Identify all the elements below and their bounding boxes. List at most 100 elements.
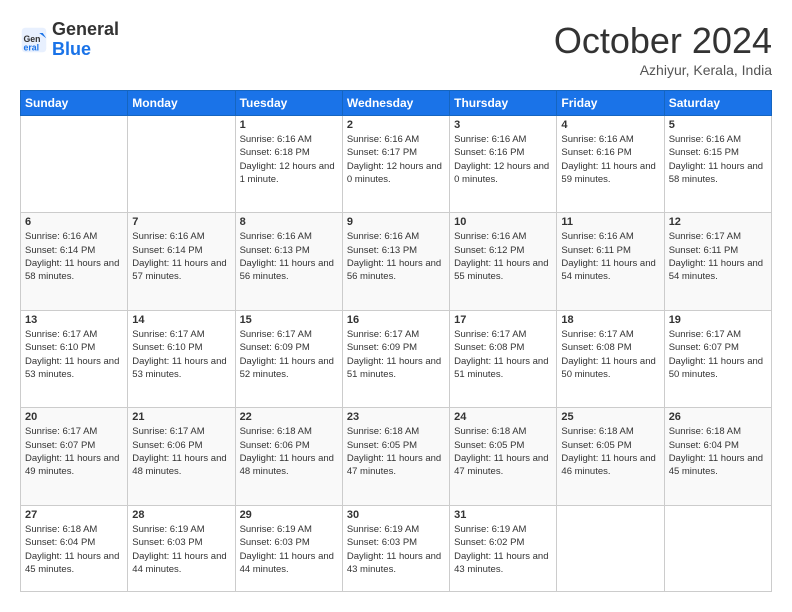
day-number: 11	[561, 216, 659, 228]
calendar-cell: 28 Sunrise: 6:19 AMSunset: 6:03 PMDayligh…	[128, 505, 235, 591]
day-info: Sunrise: 6:18 AMSunset: 6:05 PMDaylight:…	[561, 425, 659, 478]
calendar-cell: 11 Sunrise: 6:16 AMSunset: 6:11 PMDayligh…	[557, 213, 664, 310]
day-info: Sunrise: 6:19 AMSunset: 6:03 PMDaylight:…	[240, 523, 338, 576]
calendar-cell: 1 Sunrise: 6:16 AMSunset: 6:18 PMDaylight…	[235, 116, 342, 213]
weekday-header: Tuesday	[235, 91, 342, 116]
calendar-cell	[664, 505, 771, 591]
calendar-cell: 24 Sunrise: 6:18 AMSunset: 6:05 PMDayligh…	[450, 408, 557, 505]
month-title: October 2024	[554, 20, 772, 62]
calendar-cell: 15Sunrise: 6:17 AMSunset: 6:09 PMDayligh…	[235, 310, 342, 407]
weekday-header: Monday	[128, 91, 235, 116]
logo-line1: General	[52, 20, 119, 40]
calendar-cell: 17Sunrise: 6:17 AMSunset: 6:08 PMDayligh…	[450, 310, 557, 407]
location-subtitle: Azhiyur, Kerala, India	[554, 62, 772, 78]
day-number: 21	[132, 411, 230, 423]
calendar-week-row: 6 Sunrise: 6:16 AMSunset: 6:14 PMDaylight…	[21, 213, 772, 310]
day-info: Sunrise: 6:18 AMSunset: 6:06 PMDaylight:…	[240, 425, 338, 478]
day-number: 8	[240, 216, 338, 228]
day-info: Sunrise: 6:19 AMSunset: 6:03 PMDaylight:…	[347, 523, 445, 576]
day-info: Sunrise: 6:16 AMSunset: 6:12 PMDaylight:…	[454, 230, 552, 283]
day-info: Sunrise: 6:18 AMSunset: 6:04 PMDaylight:…	[669, 425, 767, 478]
day-number: 28	[132, 509, 230, 521]
day-info: Sunrise: 6:19 AMSunset: 6:02 PMDaylight:…	[454, 523, 552, 576]
calendar-cell: 10 Sunrise: 6:16 AMSunset: 6:12 PMDayligh…	[450, 213, 557, 310]
calendar-header-row: SundayMondayTuesdayWednesdayThursdayFrid…	[21, 91, 772, 116]
day-number: 31	[454, 509, 552, 521]
day-number: 2	[347, 119, 445, 131]
calendar-cell: 13 Sunrise: 6:17 AMSunset: 6:10 PMDayligh…	[21, 310, 128, 407]
day-info: Sunrise: 6:18 AMSunset: 6:05 PMDaylight:…	[454, 425, 552, 478]
day-info: Sunrise: 6:16 AMSunset: 6:14 PMDaylight:…	[25, 230, 123, 283]
calendar-table: SundayMondayTuesdayWednesdayThursdayFrid…	[20, 90, 772, 592]
day-number: 25	[561, 411, 659, 423]
day-info: Sunrise: 6:16 AMSunset: 6:13 PMDaylight:…	[347, 230, 445, 283]
weekday-header: Friday	[557, 91, 664, 116]
day-number: 18	[561, 314, 659, 326]
day-number: 12	[669, 216, 767, 228]
day-info: Sunrise: 6:16 AMSunset: 6:13 PMDaylight:…	[240, 230, 338, 283]
day-info: Sunrise: 6:16 AMSunset: 6:17 PMDaylight:…	[347, 133, 445, 186]
day-number: 10	[454, 216, 552, 228]
calendar-cell: 29 Sunrise: 6:19 AMSunset: 6:03 PMDayligh…	[235, 505, 342, 591]
calendar-cell: 9 Sunrise: 6:16 AMSunset: 6:13 PMDaylight…	[342, 213, 449, 310]
day-number: 16	[347, 314, 445, 326]
calendar-cell: 22 Sunrise: 6:18 AMSunset: 6:06 PMDayligh…	[235, 408, 342, 505]
weekday-header: Saturday	[664, 91, 771, 116]
day-info: Sunrise: 6:17 AMSunset: 6:11 PMDaylight:…	[669, 230, 767, 283]
calendar-cell: 12 Sunrise: 6:17 AMSunset: 6:11 PMDayligh…	[664, 213, 771, 310]
calendar-cell: 5 Sunrise: 6:16 AMSunset: 6:15 PMDaylight…	[664, 116, 771, 213]
day-info: Sunrise: 6:16 AMSunset: 6:16 PMDaylight:…	[454, 133, 552, 186]
weekday-header: Thursday	[450, 91, 557, 116]
weekday-header: Sunday	[21, 91, 128, 116]
day-number: 22	[240, 411, 338, 423]
day-number: 24	[454, 411, 552, 423]
day-info: Sunrise: 6:17 AMSunset: 6:08 PMDaylight:…	[561, 328, 659, 381]
day-info: Sunrise: 6:16 AMSunset: 6:18 PMDaylight:…	[240, 133, 338, 186]
calendar-cell: 21 Sunrise: 6:17 AMSunset: 6:06 PMDayligh…	[128, 408, 235, 505]
day-number: 1	[240, 119, 338, 131]
day-number: 6	[25, 216, 123, 228]
calendar-cell: 2 Sunrise: 6:16 AMSunset: 6:17 PMDaylight…	[342, 116, 449, 213]
header: Gen eral General Blue October 2024 Azhiy…	[20, 20, 772, 78]
day-info: Sunrise: 6:17 AMSunset: 6:10 PMDaylight:…	[132, 328, 230, 381]
day-info: Sunrise: 6:17 AMSunset: 6:08 PMDaylight:…	[454, 328, 552, 381]
day-info: Sunrise: 6:17 AMSunset: 6:09 PMDaylight:…	[240, 328, 338, 381]
calendar-cell: 30 Sunrise: 6:19 AMSunset: 6:03 PMDayligh…	[342, 505, 449, 591]
calendar-cell: 6 Sunrise: 6:16 AMSunset: 6:14 PMDaylight…	[21, 213, 128, 310]
calendar-cell: 27 Sunrise: 6:18 AMSunset: 6:04 PMDayligh…	[21, 505, 128, 591]
day-info: Sunrise: 6:16 AMSunset: 6:15 PMDaylight:…	[669, 133, 767, 186]
day-number: 27	[25, 509, 123, 521]
day-info: Sunrise: 6:17 AMSunset: 6:07 PMDaylight:…	[25, 425, 123, 478]
day-info: Sunrise: 6:17 AMSunset: 6:06 PMDaylight:…	[132, 425, 230, 478]
day-info: Sunrise: 6:19 AMSunset: 6:03 PMDaylight:…	[132, 523, 230, 576]
title-block: October 2024 Azhiyur, Kerala, India	[554, 20, 772, 78]
logo-text: General Blue	[52, 20, 119, 60]
calendar-cell: 7Sunrise: 6:16 AMSunset: 6:14 PMDaylight…	[128, 213, 235, 310]
logo: Gen eral General Blue	[20, 20, 119, 60]
day-number: 30	[347, 509, 445, 521]
day-info: Sunrise: 6:17 AMSunset: 6:10 PMDaylight:…	[25, 328, 123, 381]
calendar-week-row: 27 Sunrise: 6:18 AMSunset: 6:04 PMDayligh…	[21, 505, 772, 591]
day-info: Sunrise: 6:16 AMSunset: 6:11 PMDaylight:…	[561, 230, 659, 283]
day-number: 3	[454, 119, 552, 131]
day-number: 20	[25, 411, 123, 423]
day-info: Sunrise: 6:17 AMSunset: 6:07 PMDaylight:…	[669, 328, 767, 381]
day-info: Sunrise: 6:18 AMSunset: 6:04 PMDaylight:…	[25, 523, 123, 576]
calendar-cell: 3 Sunrise: 6:16 AMSunset: 6:16 PMDaylight…	[450, 116, 557, 213]
calendar-cell	[557, 505, 664, 591]
day-number: 29	[240, 509, 338, 521]
calendar-week-row: 13 Sunrise: 6:17 AMSunset: 6:10 PMDayligh…	[21, 310, 772, 407]
day-number: 7	[132, 216, 230, 228]
calendar-cell: 8 Sunrise: 6:16 AMSunset: 6:13 PMDaylight…	[235, 213, 342, 310]
calendar-cell: 14Sunrise: 6:17 AMSunset: 6:10 PMDayligh…	[128, 310, 235, 407]
calendar-cell: 31 Sunrise: 6:19 AMSunset: 6:02 PMDayligh…	[450, 505, 557, 591]
calendar-cell: 20 Sunrise: 6:17 AMSunset: 6:07 PMDayligh…	[21, 408, 128, 505]
day-number: 9	[347, 216, 445, 228]
day-info: Sunrise: 6:16 AMSunset: 6:16 PMDaylight:…	[561, 133, 659, 186]
day-number: 13	[25, 314, 123, 326]
day-number: 5	[669, 119, 767, 131]
weekday-header: Wednesday	[342, 91, 449, 116]
day-number: 19	[669, 314, 767, 326]
calendar-week-row: 1 Sunrise: 6:16 AMSunset: 6:18 PMDaylight…	[21, 116, 772, 213]
calendar-cell: 4Sunrise: 6:16 AMSunset: 6:16 PMDaylight…	[557, 116, 664, 213]
